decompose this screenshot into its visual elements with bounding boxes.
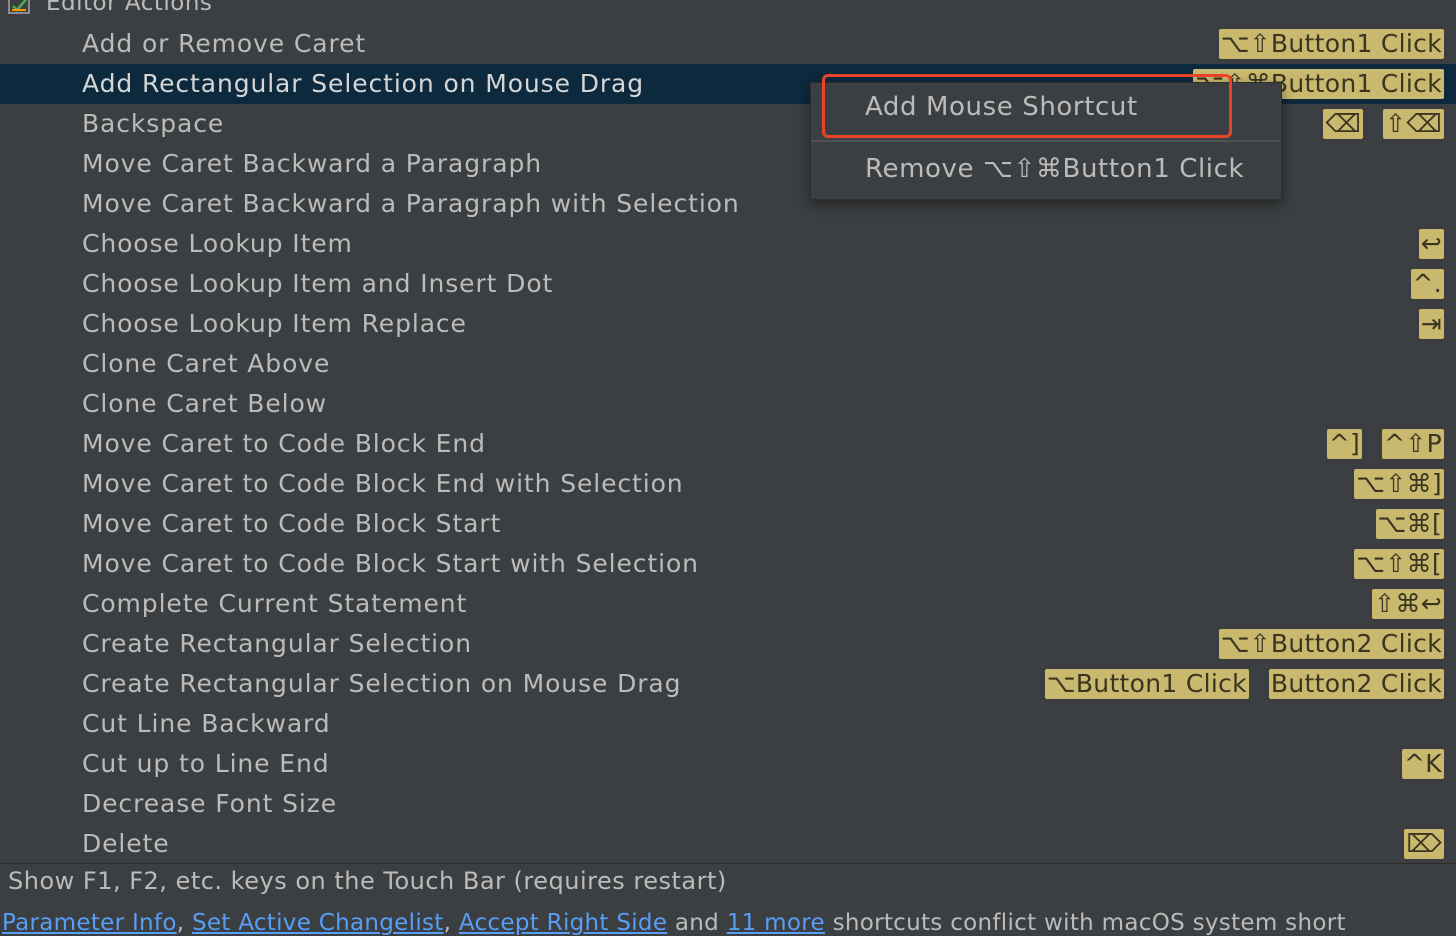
shortcut-list: ⌥Button1 Click Button2 Click [1044, 669, 1444, 699]
shortcut-list: ^K [1402, 749, 1444, 779]
shortcut-chip: ⌥⇧⌘[ [1354, 549, 1444, 579]
shortcut-list: ⇧⌘↩ [1372, 589, 1444, 619]
shortcut-chip: ^. [1410, 269, 1444, 299]
group-label: Editor Actions [46, 0, 213, 16]
shortcut-chip: ⇧⌫ [1383, 109, 1444, 139]
action-row[interactable]: Choose Lookup Item ↩ [0, 224, 1456, 264]
menu-item-label: Remove ⌥⇧⌘Button1 Click [865, 154, 1245, 184]
conflict-and-text: and [667, 910, 727, 936]
shortcut-chip: ⌦ [1404, 829, 1444, 859]
shortcut-chip: ⌥⇧Button2 Click [1218, 629, 1444, 659]
shortcut-list: ⌥⇧⌘] [1354, 469, 1444, 499]
shortcut-list: ⌥⇧Button1 Click [1218, 29, 1444, 59]
action-row[interactable]: Create Rectangular Selection ⌥⇧Button2 Cl… [0, 624, 1456, 664]
shortcut-list: ⌥⇧Button2 Click [1218, 629, 1444, 659]
conflict-separator: , [176, 910, 192, 936]
action-label: Move Caret Backward a Paragraph [82, 149, 542, 178]
shortcut-list: ⌫ ⇧⌫ [1323, 109, 1444, 139]
action-label: Cut up to Line End [82, 749, 330, 778]
action-label: Complete Current Statement [82, 589, 468, 618]
shortcut-chip: ⌥⇧Button1 Click [1218, 29, 1444, 59]
shortcut-chip: ⌥Button1 Click [1044, 669, 1249, 699]
conflict-link-parameter-info[interactable]: Parameter Info [2, 910, 177, 936]
conflict-link-more[interactable]: 11 more [727, 910, 825, 936]
action-row[interactable]: Complete Current Statement ⇧⌘↩ [0, 584, 1456, 624]
context-menu: Add Mouse Shortcut Remove ⌥⇧⌘Button1 Cli… [810, 82, 1282, 200]
action-label: Cut Line Backward [82, 709, 331, 738]
shortcut-chip: ^] [1326, 429, 1363, 459]
action-label: Move Caret Backward a Paragraph with Sel… [82, 189, 740, 218]
action-row[interactable]: Move Caret to Code Block End ^] ^⇧P [0, 424, 1456, 464]
action-label: Backspace [82, 109, 225, 138]
action-label: Add or Remove Caret [82, 29, 367, 58]
group-editor-actions[interactable]: Editor Actions [0, 0, 1456, 24]
action-row[interactable]: Choose Lookup Item and Insert Dot ^. [0, 264, 1456, 304]
editor-actions-icon [8, 0, 30, 14]
action-row[interactable]: Create Rectangular Selection on Mouse Dr… [0, 664, 1456, 704]
action-row[interactable]: Cut up to Line End ^K [0, 744, 1456, 784]
shortcut-list: ^] ^⇧P [1326, 429, 1444, 459]
action-row[interactable]: Cut Line Backward [0, 704, 1456, 744]
shortcut-chip: ⇥ [1418, 309, 1444, 339]
shortcut-chip: ⇧⌘↩ [1372, 589, 1444, 619]
shortcut-list: ⌥⌘[ [1375, 509, 1444, 539]
action-row[interactable]: Decrease Font Size [0, 784, 1456, 824]
action-label: Move Caret to Code Block End [82, 429, 486, 458]
shortcut-chip: ⌥⇧⌘] [1354, 469, 1444, 499]
action-label: Choose Lookup Item Replace [82, 309, 467, 338]
shortcut-chip: ↩ [1418, 229, 1444, 259]
action-label: Delete [82, 829, 170, 858]
action-row[interactable]: Clone Caret Below [0, 384, 1456, 424]
footer-divider [0, 863, 1456, 864]
action-row[interactable]: Move Caret to Code Block End with Select… [0, 464, 1456, 504]
shortcut-list: ⌥⇧⌘[ [1354, 549, 1444, 579]
shortcut-chip: ^⇧P [1382, 429, 1444, 459]
shortcut-list: ^. [1410, 269, 1444, 299]
touchbar-option[interactable]: Show F1, F2, etc. keys on the Touch Bar … [8, 867, 727, 895]
shortcut-list: ↩ [1418, 229, 1444, 259]
shortcut-chip: ⌫ [1323, 109, 1364, 139]
action-label: Choose Lookup Item [82, 229, 353, 258]
action-label: Add Rectangular Selection on Mouse Drag [82, 69, 645, 98]
action-label: Move Caret to Code Block End with Select… [82, 469, 684, 498]
action-label: Clone Caret Below [82, 389, 328, 418]
conflict-tail-text: shortcuts conflict with macOS system sho… [824, 910, 1346, 936]
action-label: Create Rectangular Selection on Mouse Dr… [82, 669, 682, 698]
shortcut-list: ⌦ [1404, 829, 1444, 859]
action-label: Create Rectangular Selection [82, 629, 472, 658]
conflict-link-accept-right-side[interactable]: Accept Right Side [459, 910, 667, 936]
conflict-message: Parameter Info, Set Active Changelist, A… [2, 910, 1346, 936]
menu-item-label: Add Mouse Shortcut [865, 92, 1138, 122]
action-row[interactable]: Move Caret to Code Block Start ⌥⌘[ [0, 504, 1456, 544]
action-label: Clone Caret Above [82, 349, 331, 378]
remove-shortcut-menu-item[interactable]: Remove ⌥⇧⌘Button1 Click [811, 145, 1281, 197]
shortcut-chip: ⌥⌘[ [1375, 509, 1444, 539]
action-row[interactable]: Add or Remove Caret ⌥⇧Button1 Click [0, 24, 1456, 64]
action-label: Choose Lookup Item and Insert Dot [82, 269, 554, 298]
action-row[interactable]: Move Caret to Code Block Start with Sele… [0, 544, 1456, 584]
action-label: Decrease Font Size [82, 789, 338, 818]
action-label: Move Caret to Code Block Start [82, 509, 502, 538]
action-label: Move Caret to Code Block Start with Sele… [82, 549, 699, 578]
action-row[interactable]: Choose Lookup Item Replace ⇥ [0, 304, 1456, 344]
action-row[interactable]: Clone Caret Above [0, 344, 1456, 384]
add-mouse-shortcut-menu-item[interactable]: Add Mouse Shortcut [811, 83, 1281, 135]
shortcut-chip: ^K [1402, 749, 1444, 779]
shortcut-chip: Button2 Click [1268, 669, 1444, 699]
menu-separator [811, 140, 1281, 142]
conflict-link-set-active-changelist[interactable]: Set Active Changelist [192, 910, 444, 936]
conflict-separator: , [443, 910, 459, 936]
shortcut-list: ⇥ [1418, 309, 1444, 339]
action-row[interactable]: Delete ⌦ [0, 824, 1456, 864]
